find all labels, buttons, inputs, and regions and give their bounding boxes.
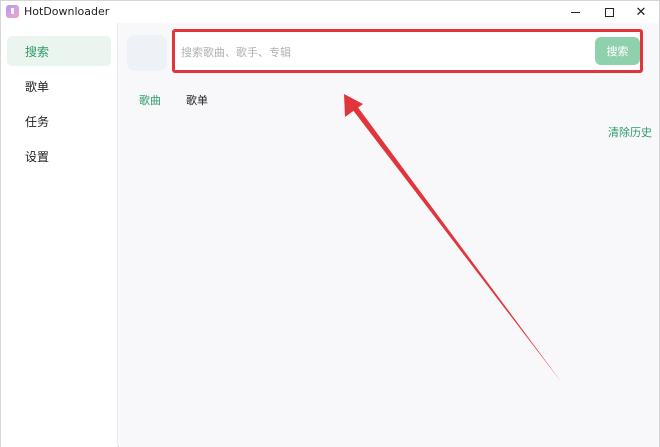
- annotation-arrow: [344, 94, 562, 383]
- app-window: HotDownloader ✕ 搜索 歌单 任务 设置 搜索 歌曲 歌单 清除历…: [0, 0, 660, 447]
- arrow-shaft: [349, 102, 562, 383]
